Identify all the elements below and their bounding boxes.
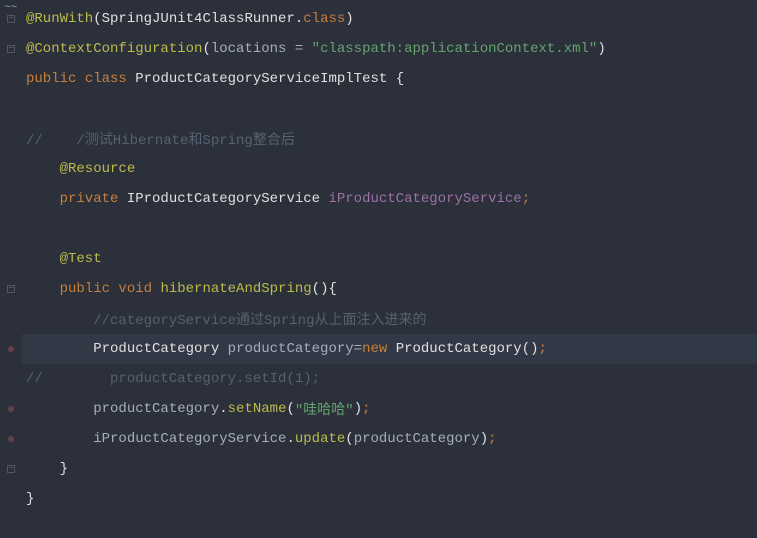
code-line: [22, 94, 757, 124]
marker-dot-icon: [8, 436, 14, 442]
code-line: [22, 214, 757, 244]
code-line: // /测试Hibernate和Spring整合后: [22, 124, 757, 154]
code-editor[interactable]: @RunWith(SpringJUnit4ClassRunner.class) …: [22, 0, 757, 538]
editor-gutter: ~~− − − −: [0, 0, 22, 538]
fold-icon[interactable]: −: [7, 15, 15, 23]
code-line: public void hibernateAndSpring(){: [22, 274, 757, 304]
code-line: @Test: [22, 244, 757, 274]
code-line: @Resource: [22, 154, 757, 184]
code-line: productCategory.setName("哇哈哈");: [22, 394, 757, 424]
code-line: @ContextConfiguration(locations = "class…: [22, 34, 757, 64]
code-line: @RunWith(SpringJUnit4ClassRunner.class): [22, 4, 757, 34]
code-line: iProductCategoryService.update(productCa…: [22, 424, 757, 454]
marker-dot-icon: [8, 406, 14, 412]
code-line: // productCategory.setId(1);: [22, 364, 757, 394]
marker-dot-icon: [8, 346, 14, 352]
code-line: public class ProductCategoryServiceImplT…: [22, 64, 757, 94]
code-line: //categoryService通过Spring从上面注入进来的: [22, 304, 757, 334]
fold-icon[interactable]: −: [7, 45, 15, 53]
code-line: private IProductCategoryService iProduct…: [22, 184, 757, 214]
code-line-highlighted: ProductCategory productCategory=new Prod…: [22, 334, 757, 364]
fold-icon[interactable]: −: [7, 465, 15, 473]
fold-icon[interactable]: −: [7, 285, 15, 293]
code-line: }: [22, 454, 757, 484]
tilde-icon: ~~: [4, 2, 17, 14]
code-line: }: [22, 484, 757, 514]
